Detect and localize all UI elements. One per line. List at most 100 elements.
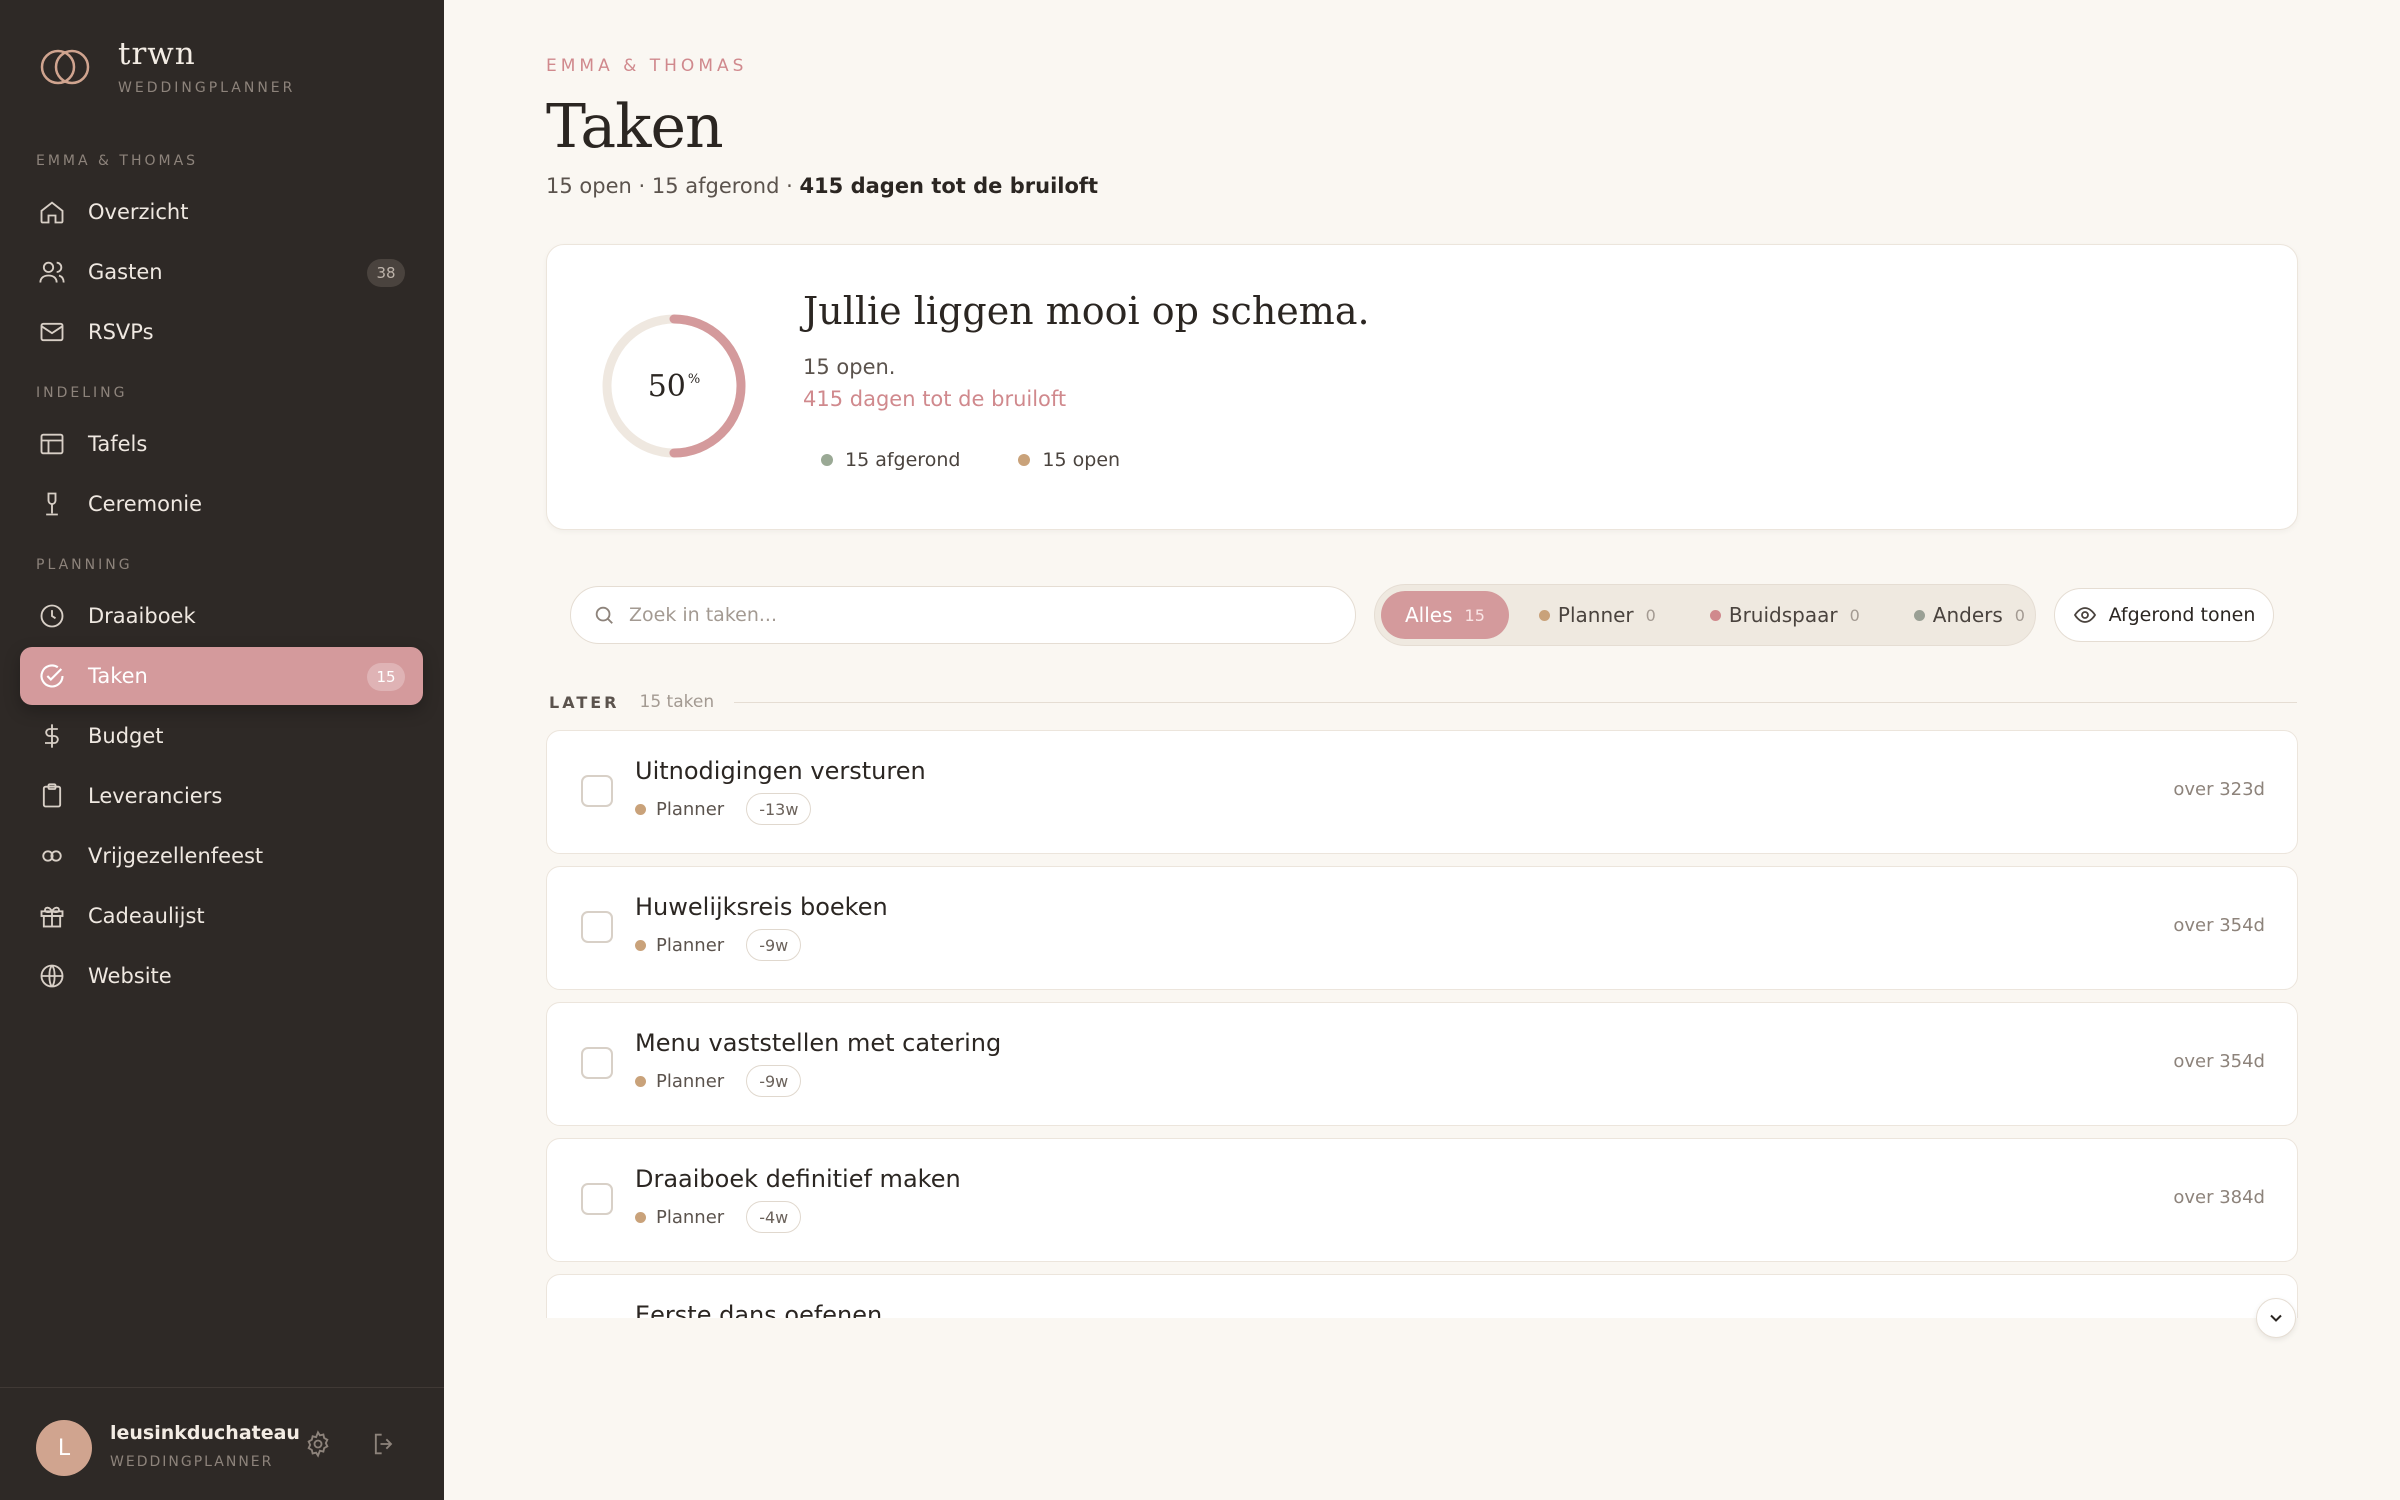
filter-count: 0 [1849, 605, 1860, 625]
page-title: Taken [546, 92, 724, 162]
legend-item-open: 15 open [1018, 449, 1120, 471]
sidebar-item-label: Budget [88, 724, 164, 748]
bruidspaar-dot [1709, 609, 1721, 621]
sidebar-item-draaiboek[interactable]: Draaiboek [20, 587, 423, 645]
sidebar-item-label: Cadeaulijst [88, 904, 205, 928]
sidebar-item-label: Website [88, 964, 172, 988]
task-checkbox[interactable] [581, 1183, 613, 1215]
brand[interactable]: trwn WEDDINGPLANNER [38, 36, 295, 96]
legend-dot-done [821, 454, 833, 466]
progress-percent: 50% [599, 311, 749, 461]
task-row[interactable]: Uitnodigingen versturen Planner -13w over… [546, 730, 2298, 854]
filter-label: Anders [1932, 603, 2003, 627]
task-title: Draaiboek definitief maken [635, 1165, 961, 1193]
sidebar-item-budget[interactable]: Budget [20, 707, 423, 765]
user-role: WEDDINGPLANNER [110, 1454, 274, 1470]
task-checkbox[interactable] [581, 1047, 613, 1079]
summary-headline: Jullie liggen mooi op schema. [803, 289, 1370, 333]
summary-legend: 15 afgerond 15 open [821, 449, 1120, 471]
task-owner: Planner [656, 1070, 725, 1092]
task-row[interactable]: Huwelijksreis boeken Planner -9w over 354… [546, 866, 2298, 990]
sidebar-item-label: Overzicht [88, 200, 189, 224]
task-list[interactable]: Uitnodigingen versturen Planner -13w over… [540, 726, 2310, 1318]
planner-dot [1538, 609, 1550, 621]
group-title: LATER [549, 692, 620, 712]
show-completed-label: Afgerond tonen [2108, 604, 2256, 626]
check-circle-icon [40, 664, 64, 688]
logout-icon[interactable] [370, 1430, 398, 1458]
sidebar-item-label: Taken [88, 664, 148, 688]
task-owner: Planner [656, 1206, 725, 1228]
task-offset-pill: -4w [746, 1201, 802, 1233]
table-icon [40, 433, 64, 455]
sidebar-item-cadeaulijst[interactable]: Cadeaulijst [20, 887, 423, 945]
task-meta: Planner -4w [635, 1201, 802, 1233]
brand-subtitle: WEDDINGPLANNER [118, 80, 296, 96]
sidebar-item-website[interactable]: Website [20, 947, 423, 1005]
filter-bruidspaar[interactable]: Bruidspaar 0 [1686, 591, 1884, 639]
task-checkbox[interactable] [581, 911, 613, 943]
gear-icon[interactable] [304, 1430, 332, 1458]
owner-dot [635, 803, 646, 815]
sidebar-item-tafels[interactable]: Tafels [20, 415, 423, 473]
task-title: Eerste dans oefenen [635, 1301, 883, 1318]
guest-count-badge: 38 [367, 259, 405, 287]
sidebar-item-taken[interactable]: Taken 15 [20, 647, 423, 705]
section-label-couple: EMMA & THOMAS [36, 153, 199, 169]
section-label-indeling: INDELING [36, 385, 128, 401]
sidebar-item-ceremonie[interactable]: Ceremonie [20, 475, 423, 533]
task-row[interactable]: Menu vaststellen met catering Planner -9w… [546, 1002, 2298, 1126]
task-row[interactable]: Draaiboek definitief maken Planner -4w ov… [546, 1138, 2298, 1262]
task-row[interactable]: Eerste dans oefenen [546, 1274, 2298, 1318]
anders-dot [1913, 609, 1925, 621]
filter-count: 0 [1645, 605, 1656, 625]
rings-icon [42, 850, 62, 862]
section-label-planning: PLANNING [36, 557, 133, 573]
sidebar-item-gasten[interactable]: Gasten 38 [20, 243, 423, 301]
legend-label: 15 open [1042, 449, 1121, 471]
task-due: over 354d [2173, 1051, 2265, 1072]
clipboard-icon [42, 783, 62, 808]
dollar-icon [45, 724, 59, 748]
task-owner: Planner [656, 934, 725, 956]
task-checkbox[interactable] [581, 775, 613, 807]
scroll-down-button[interactable] [2256, 1298, 2296, 1338]
sidebar-item-label: Ceremonie [88, 492, 203, 516]
progress-summary-card: 50% Jullie liggen mooi op schema. 15 ope… [546, 244, 2298, 530]
task-title: Menu vaststellen met catering [635, 1029, 1002, 1057]
task-group-header: LATER 15 taken [549, 692, 2297, 712]
mail-icon [40, 322, 64, 342]
task-title: Uitnodigingen versturen [635, 757, 926, 785]
sidebar-item-label: Gasten [88, 260, 163, 284]
sidebar-item-vrijgezellenfeest[interactable]: Vrijgezellenfeest [20, 827, 423, 885]
show-completed-button[interactable]: Afgerond tonen [2054, 588, 2274, 642]
sidebar-item-rsvps[interactable]: RSVPs [20, 303, 423, 361]
group-count: 15 taken [639, 692, 715, 712]
sidebar-footer: L leusinkduchateau WEDDINGPLANNER [0, 1387, 444, 1500]
filter-alles[interactable]: Alles 15 [1381, 591, 1509, 639]
sidebar: trwn WEDDINGPLANNER EMMA & THOMAS Overzi… [0, 0, 444, 1500]
task-due: over 323d [2173, 779, 2265, 800]
group-divider [734, 701, 2297, 703]
task-search[interactable] [570, 586, 1356, 644]
task-count-badge: 15 [367, 663, 405, 691]
sidebar-item-label: Vrijgezellenfeest [88, 844, 264, 868]
task-meta: Planner -9w [635, 929, 802, 961]
sidebar-item-label: Leveranciers [88, 784, 223, 808]
home-icon [40, 201, 64, 224]
globe-icon [40, 964, 64, 988]
legend-item-done: 15 afgerond [821, 449, 960, 471]
search-icon [595, 606, 613, 624]
task-title: Huwelijksreis boeken [635, 893, 888, 921]
search-input[interactable] [629, 604, 1329, 626]
summary-open-count: 15 open. [803, 355, 896, 379]
filter-planner[interactable]: Planner 0 [1515, 591, 1680, 639]
filter-anders[interactable]: Anders 0 [1890, 591, 2049, 639]
page-stats: 15 open · 15 afgerond · 415 dagen tot de… [546, 174, 1098, 198]
sidebar-item-overzicht[interactable]: Overzicht [20, 183, 423, 241]
stats-days-left: 415 dagen tot de bruiloft [799, 174, 1099, 198]
progress-percent-unit: % [687, 371, 701, 387]
sidebar-item-leveranciers[interactable]: Leveranciers [20, 767, 423, 825]
task-offset-pill: -13w [746, 793, 812, 825]
avatar[interactable]: L [36, 1420, 92, 1476]
